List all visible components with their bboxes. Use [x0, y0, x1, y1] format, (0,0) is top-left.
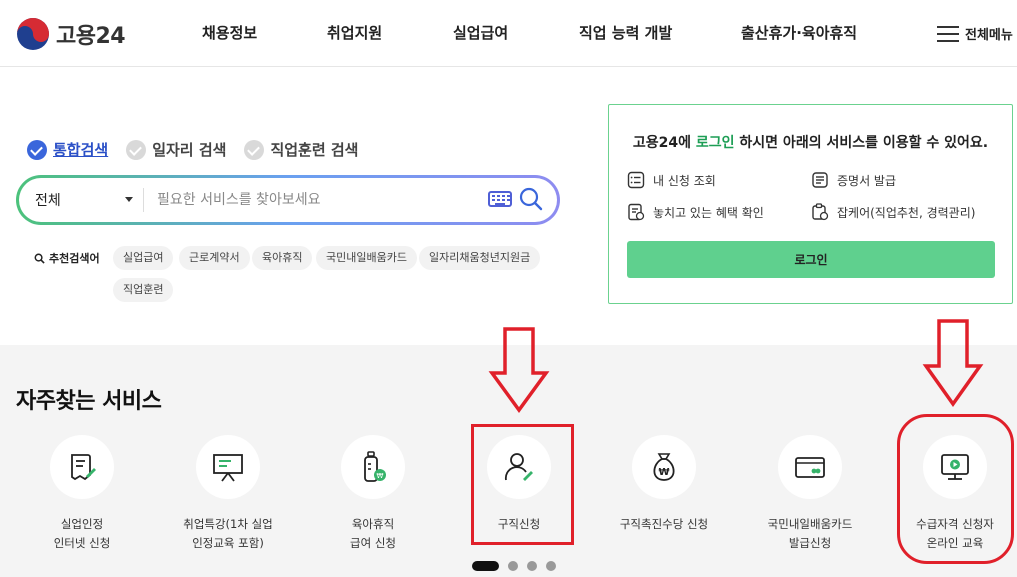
service-label: 취업특강(1차 실업 인정교육 포함)	[183, 517, 273, 550]
keyword-chip[interactable]: 일자리채움청년지원금	[419, 246, 541, 270]
nav-item-job-info[interactable]: 채용정보	[202, 22, 257, 43]
carousel-dot-active[interactable]	[472, 561, 499, 571]
login-button[interactable]: 로그인	[627, 241, 995, 278]
service-icon-circle	[50, 435, 114, 499]
check-icon	[244, 139, 265, 160]
login-message: 고용24에 로그인 하시면 아래의 서비스를 이용할 수 있어요.	[609, 132, 1012, 152]
tab-integrated-search[interactable]: 통합검색	[27, 139, 108, 160]
carousel-dot[interactable]	[527, 561, 537, 571]
recommend-label: 추천검색어	[34, 250, 100, 266]
keyword-chip[interactable]: 실업급여	[113, 246, 174, 270]
service-employment-lecture[interactable]: 취업특강(1차 실업 인정교육 포함)	[163, 435, 293, 553]
keyword-chip[interactable]: 국민내일배움카드	[316, 246, 417, 270]
svg-text:₩: ₩	[658, 467, 669, 478]
search-icon[interactable]	[519, 187, 543, 211]
jobcare-icon	[812, 203, 829, 221]
service-job-promotion-allowance[interactable]: ₩ 구직촉진수당 신청	[599, 435, 729, 534]
service-childcare-benefit[interactable]: ₩ 육아휴직 급여 신청	[308, 435, 438, 553]
login-service-jobcare: 잡케어(직업추천, 경력관리)	[811, 203, 975, 221]
baby-bottle-icon: ₩	[364, 451, 386, 482]
site-logo[interactable]: 고용24	[16, 17, 126, 51]
search-input[interactable]	[157, 186, 477, 214]
carousel-dot[interactable]	[546, 561, 556, 571]
service-label: 육아휴직 급여 신청	[350, 517, 396, 550]
taegeuk-logo-icon	[17, 18, 49, 50]
check-icon	[27, 139, 47, 160]
keyboard-icon[interactable]	[488, 191, 512, 207]
login-msg-post: 하시면 아래의 서비스를 이용할 수 있어요.	[734, 135, 989, 151]
login-service-application: 내 신청 조회	[627, 171, 716, 189]
search-box: 전체	[16, 175, 560, 225]
recommend-label-text: 추천검색어	[49, 252, 100, 265]
tab-label: 일자리 검색	[152, 141, 227, 159]
login-service-label: 내 신청 조회	[653, 173, 716, 188]
nav-item-employment-support[interactable]: 취업지원	[327, 22, 382, 43]
service-icon-circle	[778, 435, 842, 499]
card-icon	[795, 457, 825, 478]
tab-job-search[interactable]: 일자리 검색	[126, 139, 226, 160]
search-scope-select[interactable]: 전체	[35, 190, 61, 210]
keyword-chip[interactable]: 육아휴직	[252, 246, 313, 270]
service-icon-circle	[196, 435, 260, 499]
login-msg-highlight[interactable]: 로그인	[696, 135, 735, 151]
login-panel: 고용24에 로그인 하시면 아래의 서비스를 이용할 수 있어요. 내 신청 조…	[608, 104, 1013, 304]
login-service-label: 놓치고 있는 혜택 확인	[653, 205, 764, 220]
carousel-pagination	[472, 561, 556, 571]
login-service-benefit: 놓치고 있는 혜택 확인	[627, 203, 764, 221]
service-icon-circle: ₩	[632, 435, 696, 499]
benefit-icon	[628, 203, 645, 221]
logo-text: 고용24	[56, 24, 126, 49]
all-menu-button[interactable]: 전체메뉴	[937, 24, 1013, 43]
document-pen-icon	[71, 454, 96, 481]
hamburger-icon	[937, 25, 959, 42]
nav-item-maternity-leave[interactable]: 출산휴가·육아휴직	[741, 22, 857, 43]
annotation-arrow-down-icon	[922, 319, 984, 408]
keyword-chip[interactable]: 직업훈련	[113, 278, 174, 302]
carousel-dot[interactable]	[508, 561, 518, 571]
caret-down-icon[interactable]	[125, 197, 133, 202]
divider	[143, 188, 144, 212]
nav-item-unemployment-benefit[interactable]: 실업급여	[453, 22, 508, 43]
service-label: 구직촉진수당 신청	[619, 517, 709, 531]
section-title: 자주찾는 서비스	[16, 389, 162, 414]
certificate-icon	[812, 172, 828, 188]
service-label: 실업인정 인터넷 신청	[53, 517, 111, 550]
nav-item-skill-development[interactable]: 직업 능력 개발	[579, 22, 672, 43]
svg-text:₩: ₩	[377, 472, 384, 480]
annotation-highlight-rounded	[897, 414, 1014, 564]
top-header: 고용24 채용정보 취업지원 실업급여 직업 능력 개발 출산휴가·육아휴직 전…	[0, 0, 1017, 67]
tab-label: 통합검색	[53, 141, 109, 159]
login-service-certificate: 증명서 발급	[811, 171, 896, 189]
login-service-label: 잡케어(직업추천, 경력관리)	[837, 205, 976, 220]
tab-training-search[interactable]: 직업훈련 검색	[244, 139, 358, 160]
tab-label: 직업훈련 검색	[270, 141, 359, 159]
all-menu-label: 전체메뉴	[965, 28, 1013, 43]
service-label: 국민내일배움카드 발급신청	[767, 517, 853, 550]
annotation-arrow-down-icon	[488, 327, 550, 413]
check-icon	[126, 139, 147, 160]
search-icon	[34, 253, 45, 264]
service-icon-circle: ₩	[341, 435, 405, 499]
login-msg-pre: 고용24에	[632, 135, 696, 151]
keyword-chip[interactable]: 근로계약서	[179, 246, 250, 270]
service-learning-card[interactable]: 국민내일배움카드 발급신청	[745, 435, 875, 553]
login-service-label: 증명서 발급	[837, 173, 897, 188]
annotation-highlight-box	[471, 424, 574, 545]
checklist-icon	[627, 171, 645, 189]
service-unemployment-recognition[interactable]: 실업인정 인터넷 신청	[17, 435, 147, 553]
money-bag-icon: ₩	[653, 453, 675, 481]
presentation-board-icon	[213, 454, 243, 482]
search-tabs: 통합검색 일자리 검색 직업훈련 검색	[27, 139, 358, 160]
